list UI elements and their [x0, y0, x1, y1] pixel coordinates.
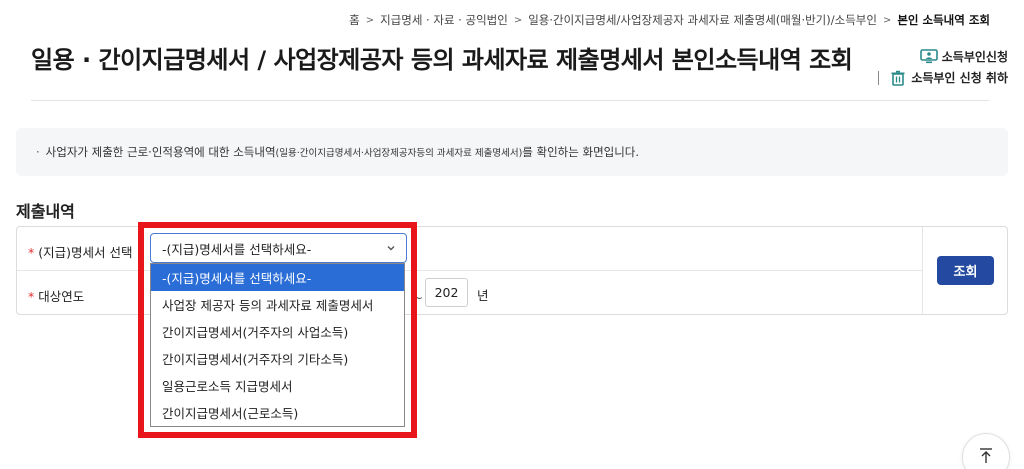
breadcrumb-item[interactable]: 지급명세 · 자료 · 공익법인	[380, 12, 508, 28]
breadcrumb-item[interactable]: 일용·간이지급명세/사업장제공자 과세자료 제출명세(매월·반기)/소득부인	[528, 12, 877, 28]
statement-select-label: * (지급)명세서 선택	[28, 242, 132, 261]
dropdown-option[interactable]: -(지급)명세서를 선택하세요-	[151, 264, 404, 291]
info-text-tail: 를 확인하는 화면입니다.	[522, 145, 640, 159]
dropdown-option[interactable]: 간이지급명세서(거주자의 기타소득)	[151, 345, 404, 372]
breadcrumb-home[interactable]: 홈	[349, 12, 360, 28]
title-divider	[31, 100, 989, 101]
side-links: 소득부인신청 소득부인 신청 취하	[878, 48, 1008, 86]
required-mark: *	[28, 245, 35, 260]
income-deny-apply-link[interactable]: 소득부인신청	[919, 48, 1008, 65]
statement-select-value: -(지급)명세서를 선택하세요-	[162, 241, 312, 257]
year-unit: 년	[477, 288, 489, 303]
info-text-main: 사업자가 제출한 근로·인적용역에 대한 소득내역	[45, 145, 276, 159]
dropdown-option[interactable]: 일용근로소득 지급명세서	[151, 372, 404, 399]
breadcrumb-current: 본인 소득내역 조회	[897, 13, 990, 27]
section-title: 제출내역	[16, 202, 75, 221]
divider	[878, 70, 880, 85]
income-deny-cancel-link[interactable]: 소득부인 신청 취하	[878, 69, 1008, 86]
info-text-small: (일용·간이지급명세서·사업장제공자등의 과세자료 제출명세서)	[275, 148, 523, 159]
year-range-separator: ~	[413, 291, 424, 305]
search-button[interactable]: 조회	[937, 256, 994, 285]
statement-select[interactable]: -(지급)명세서를 선택하세요-	[150, 233, 407, 263]
dropdown-option[interactable]: 사업장 제공자 등의 과세자료 제출명세서	[151, 291, 404, 318]
statement-dropdown-list: -(지급)명세서를 선택하세요- 사업장 제공자 등의 과세자료 제출명세서 간…	[150, 263, 405, 427]
chevron-right-icon: >	[882, 14, 892, 26]
chevron-right-icon: >	[365, 14, 375, 26]
dropdown-option[interactable]: 간이지급명세서(거주자의 사업소득)	[151, 318, 404, 345]
income-deny-cancel-label: 소득부인 신청 취하	[911, 71, 1008, 85]
chevron-right-icon: >	[513, 14, 523, 26]
income-deny-apply-label: 소득부인신청	[941, 50, 1008, 64]
chevron-down-icon	[387, 246, 395, 251]
year-input[interactable]: 202	[425, 278, 468, 307]
scroll-top-button[interactable]	[962, 433, 1010, 469]
page-title: 일용 · 간이지급명세서 / 사업장제공자 등의 과세자료 제출명세서 본인소득…	[31, 46, 853, 74]
target-year-label-text: 대상연도	[38, 289, 85, 304]
statement-select-label-text: (지급)명세서 선택	[38, 245, 133, 260]
bullet-icon: ·	[36, 145, 40, 159]
form-column-divider	[922, 227, 923, 314]
required-mark: *	[28, 289, 35, 304]
info-notice: · 사업자가 제출한 근로·인적용역에 대한 소득내역 (일용·간이지급명세서·…	[16, 128, 1008, 176]
breadcrumb: 홈 > 지급명세 · 자료 · 공익법인 > 일용·간이지급명세/사업장제공자 …	[349, 12, 990, 28]
target-year-label: * 대상연도	[28, 286, 84, 305]
trash-icon	[889, 70, 907, 86]
dropdown-option[interactable]: 간이지급명세서(근로소득)	[151, 399, 404, 426]
arrow-up-icon	[980, 448, 992, 463]
monitor-person-icon	[919, 48, 938, 65]
